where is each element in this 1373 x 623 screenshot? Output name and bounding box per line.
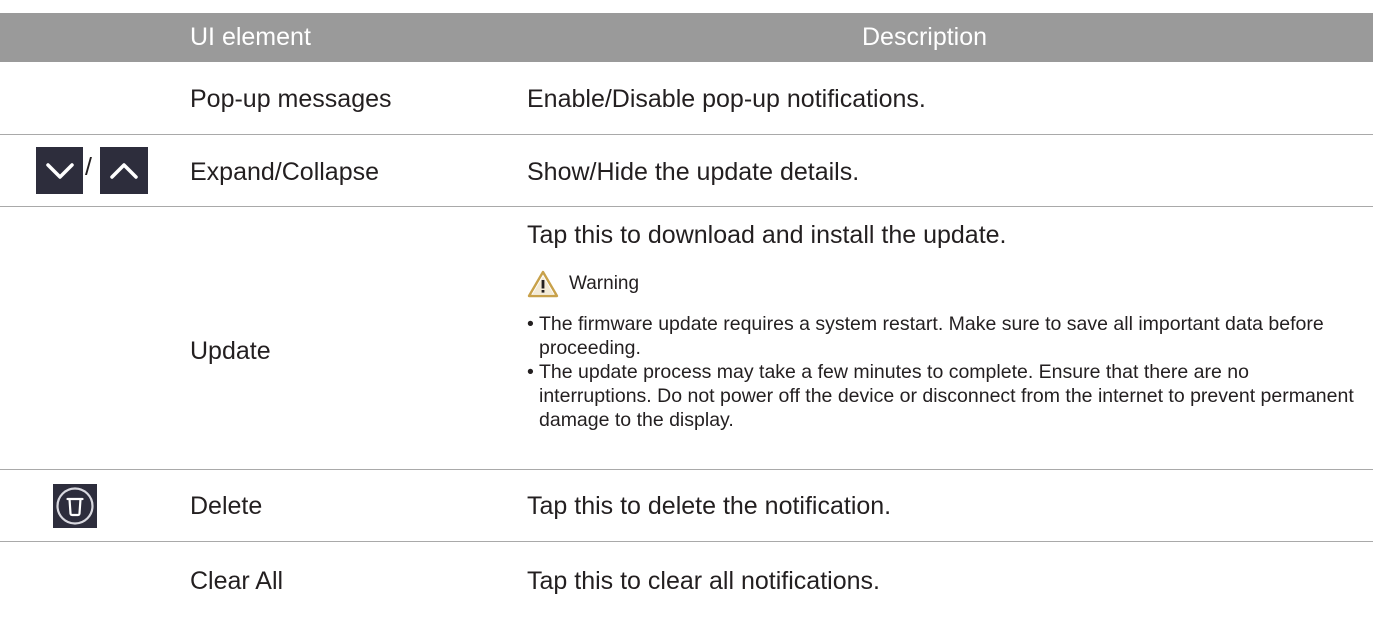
icon-cell: / [0, 135, 180, 206]
header-description: Description [862, 23, 988, 51]
list-item: • The firmware update requires a system … [527, 312, 1367, 360]
ui-element-description: Tap this to delete the notification. [527, 492, 892, 520]
table-row: Update Tap this to download and install … [0, 207, 1373, 470]
ui-element-name: Update [190, 337, 271, 365]
table-header: UI element Description [0, 13, 1373, 62]
ui-element-name: Clear All [190, 567, 284, 595]
warning-label: Warning [569, 273, 640, 294]
ui-element-description: Tap this to clear all notifications. [527, 567, 880, 595]
table-row: Clear All Tap this to clear all notifica… [0, 542, 1373, 617]
header-ui-element: UI element [190, 23, 311, 51]
warning-callout: Warning [527, 269, 639, 299]
icon-cell [0, 62, 180, 134]
table-row: Delete Tap this to delete the notificati… [0, 470, 1373, 542]
ui-element-description: Tap this to download and install the upd… [527, 221, 1007, 249]
warning-text: The update process may take a few minute… [539, 361, 1354, 431]
bullet-marker: • [527, 361, 534, 383]
ui-element-description: Enable/Disable pop-up notifications. [527, 85, 926, 113]
list-item: • The update process may take a few minu… [527, 360, 1367, 432]
chevron-up-icon [100, 147, 148, 194]
table-row: Pop-up messages Enable/Disable pop-up no… [0, 62, 1373, 135]
ui-element-name: Pop-up messages [190, 85, 392, 113]
icon-cell [0, 470, 180, 541]
icon-cell [0, 207, 180, 469]
ui-element-name: Delete [190, 492, 263, 520]
bullet-marker: • [527, 313, 534, 335]
icon-cell [0, 542, 180, 617]
ui-element-description: Show/Hide the update details. [527, 158, 860, 186]
table-row: / Expand/Collapse Show/Hide the update d… [0, 135, 1373, 207]
ui-element-name: Expand/Collapse [190, 158, 380, 186]
warning-icon [527, 270, 559, 298]
trash-icon [53, 484, 97, 528]
ui-element-table: UI element Description Pop-up messages E… [0, 13, 1373, 617]
warning-list: • The firmware update requires a system … [527, 312, 1367, 432]
icon-separator: / [85, 153, 92, 181]
chevron-down-icon [36, 147, 83, 194]
warning-text: The firmware update requires a system re… [539, 313, 1324, 359]
